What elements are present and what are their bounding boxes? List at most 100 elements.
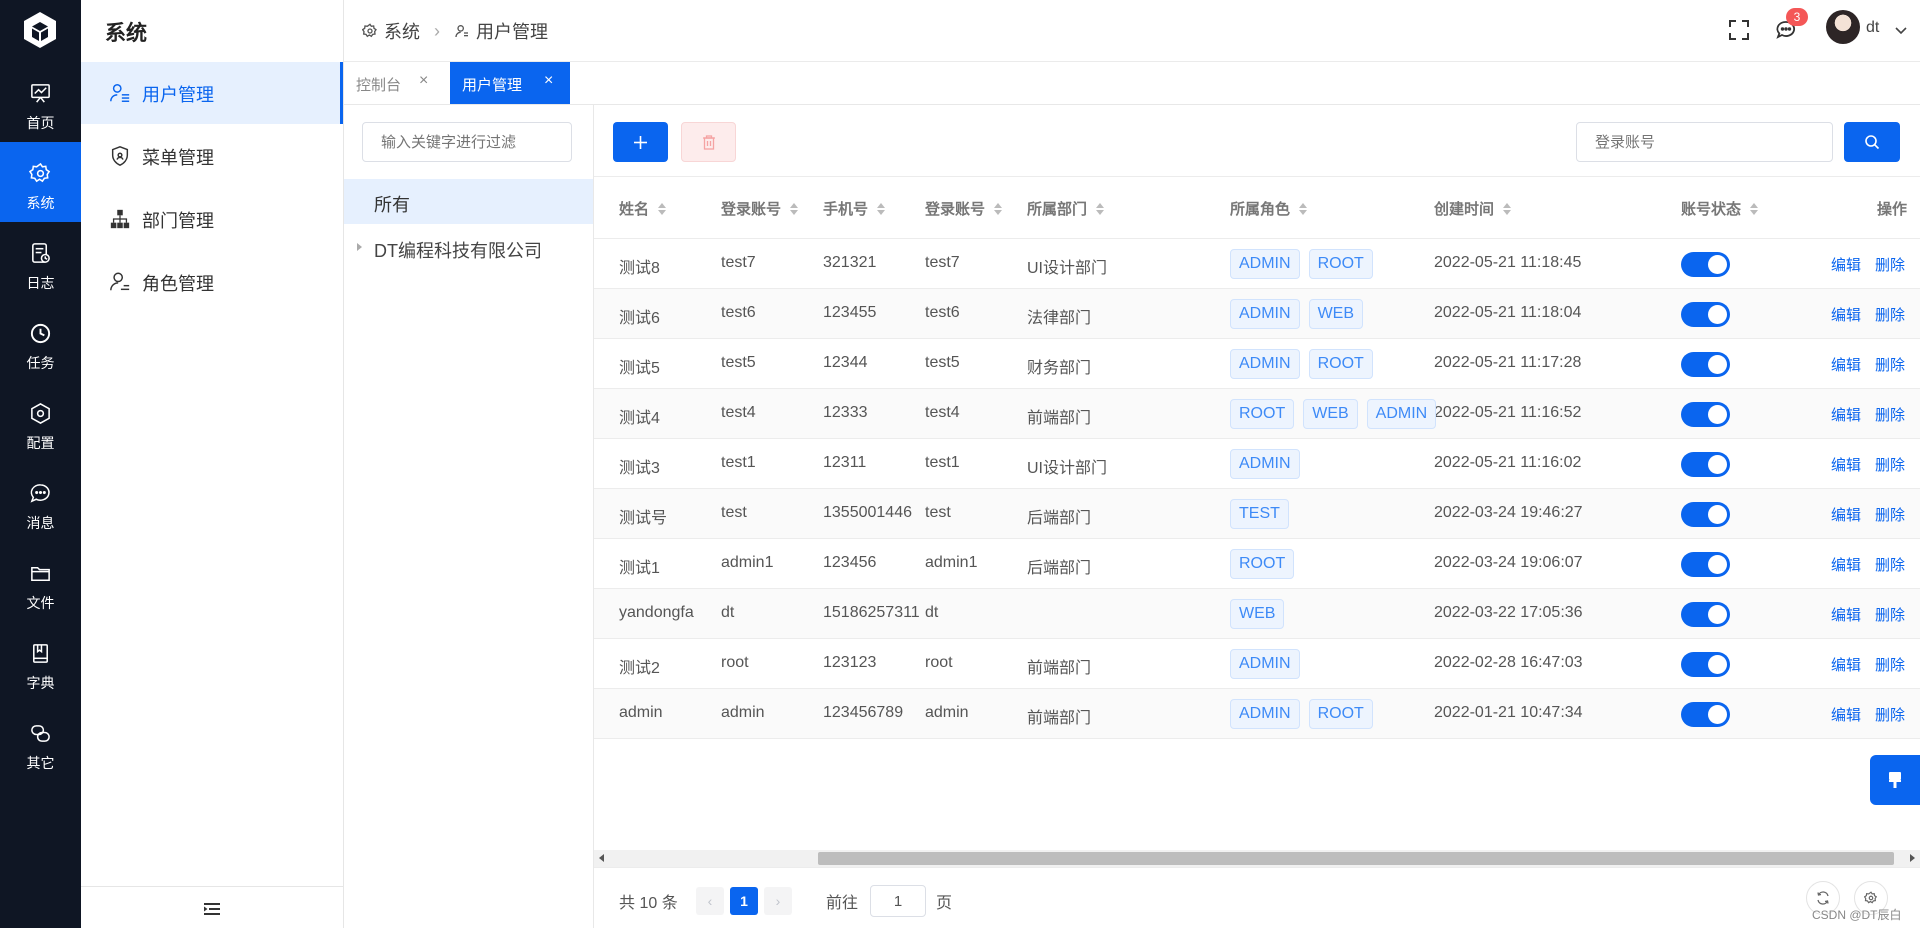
delete-button[interactable]: 删除	[1875, 404, 1905, 425]
edit-button[interactable]: 编辑	[1831, 454, 1861, 475]
edit-button[interactable]: 编辑	[1831, 254, 1861, 275]
column-header-account[interactable]: 登录账号	[721, 198, 799, 219]
delete-button[interactable]: 删除	[1875, 554, 1905, 575]
rail-item-config[interactable]: 配置	[0, 382, 81, 462]
theme-tool-button[interactable]	[1870, 755, 1920, 805]
table-row[interactable]: 测试3 test1 12311 test1 UI设计部门 2022-05-21 11:16…	[594, 439, 1920, 489]
status-toggle[interactable]	[1681, 552, 1730, 577]
prev-page-button[interactable]: ‹	[696, 887, 724, 915]
sort-icon[interactable]	[1298, 201, 1308, 217]
search-input[interactable]	[1576, 122, 1833, 162]
table-row[interactable]: 测试号 test 1355001446 test 后端部门 2022-03-24 19:4…	[594, 489, 1920, 539]
sidebar-item-dept-management[interactable]: 部门管理	[81, 188, 343, 250]
sort-icon[interactable]	[1749, 201, 1759, 217]
column-header-created[interactable]: 创建时间	[1434, 198, 1512, 219]
scrollbar-thumb[interactable]	[818, 852, 1894, 865]
cell-phone: 123456	[823, 554, 877, 571]
column-header-phone[interactable]: 手机号	[823, 198, 886, 219]
delete-users-button[interactable]	[681, 122, 736, 162]
delete-button[interactable]: 删除	[1875, 654, 1905, 675]
column-header-login[interactable]: 登录账号	[925, 198, 1003, 219]
close-icon[interactable]: ×	[544, 72, 553, 90]
edit-button[interactable]: 编辑	[1831, 654, 1861, 675]
tab-console[interactable]: 控制台 ×	[344, 62, 430, 104]
status-toggle[interactable]	[1681, 652, 1730, 677]
fullscreen-icon[interactable]	[1728, 19, 1750, 41]
column-header-status[interactable]: 账号状态	[1681, 198, 1759, 219]
add-user-button[interactable]	[613, 122, 668, 162]
status-toggle[interactable]	[1681, 452, 1730, 477]
rail-item-system[interactable]: 系统	[0, 142, 81, 222]
rail-item-message[interactable]: 消息	[0, 462, 81, 542]
breadcrumb-item[interactable]: 系统	[384, 18, 420, 44]
avatar[interactable]	[1826, 10, 1860, 44]
status-toggle[interactable]	[1681, 602, 1730, 627]
sort-icon[interactable]	[1502, 201, 1512, 217]
delete-button[interactable]: 删除	[1875, 254, 1905, 275]
sort-icon[interactable]	[789, 201, 799, 217]
close-icon[interactable]: ×	[419, 72, 428, 90]
delete-button[interactable]: 删除	[1875, 454, 1905, 475]
status-toggle[interactable]	[1681, 252, 1730, 277]
edit-button[interactable]: 编辑	[1831, 554, 1861, 575]
delete-button[interactable]: 删除	[1875, 604, 1905, 625]
table-row[interactable]: 测试4 test4 12333 test4 前端部门 2022-05-21 11:16:5…	[594, 389, 1920, 439]
table-row[interactable]: 测试2 root 123123 root 前端部门 2022-02-28 16:47:03…	[594, 639, 1920, 689]
column-header-dept[interactable]: 所属部门	[1027, 198, 1105, 219]
delete-button[interactable]: 删除	[1875, 504, 1905, 525]
table-row[interactable]: 测试5 test5 12344 test5 财务部门 2022-05-21 11:17:2…	[594, 339, 1920, 389]
goto-page-input[interactable]	[870, 885, 926, 917]
next-page-button[interactable]: ›	[764, 887, 792, 915]
table-row[interactable]: admin admin 123456789 admin 前端部门 2022-01-21 1…	[594, 689, 1920, 739]
tree-node-company[interactable]: DT编程科技有限公司	[344, 229, 593, 269]
edit-button[interactable]: 编辑	[1831, 704, 1861, 725]
sort-icon[interactable]	[993, 201, 1003, 217]
delete-button[interactable]: 删除	[1875, 304, 1905, 325]
table-row[interactable]: 测试8 test7 321321 test7 UI设计部门 2022-05-21 11:1…	[594, 239, 1920, 289]
column-header-name[interactable]: 姓名	[619, 198, 667, 219]
tree-node-all[interactable]: 所有	[344, 179, 593, 224]
chevron-down-icon[interactable]	[1893, 22, 1909, 38]
rail-item-log[interactable]: 日志	[0, 222, 81, 302]
search-button[interactable]	[1844, 122, 1900, 162]
table-row[interactable]: yandongfa dt 15186257311 dt 2022-03-22 17:05…	[594, 589, 1920, 639]
edit-button[interactable]: 编辑	[1831, 354, 1861, 375]
rail-item-task[interactable]: 任务	[0, 302, 81, 382]
status-toggle[interactable]	[1681, 502, 1730, 527]
tab-user-management[interactable]: 用户管理 ×	[450, 62, 570, 104]
collapse-menu-icon[interactable]	[203, 900, 221, 918]
sort-icon[interactable]	[1095, 201, 1105, 217]
edit-button[interactable]: 编辑	[1831, 404, 1861, 425]
page-number-current[interactable]: 1	[730, 887, 758, 915]
status-toggle[interactable]	[1681, 352, 1730, 377]
user-name[interactable]: dt	[1866, 19, 1879, 37]
column-header-roles[interactable]: 所属角色	[1230, 198, 1308, 219]
status-toggle[interactable]	[1681, 702, 1730, 727]
cell-phone: 1355001446	[823, 504, 912, 521]
scroll-right-arrow-icon[interactable]	[1910, 854, 1915, 862]
rail-item-file[interactable]: 文件	[0, 542, 81, 622]
sort-icon[interactable]	[657, 201, 667, 217]
scroll-left-arrow-icon[interactable]	[599, 854, 604, 862]
rail-item-other[interactable]: 其它	[0, 702, 81, 782]
status-toggle[interactable]	[1681, 402, 1730, 427]
caret-right-icon[interactable]	[356, 241, 364, 253]
delete-button[interactable]: 删除	[1875, 354, 1905, 375]
horizontal-scrollbar[interactable]	[594, 850, 1920, 867]
edit-button[interactable]: 编辑	[1831, 304, 1861, 325]
status-toggle[interactable]	[1681, 302, 1730, 327]
delete-button[interactable]: 删除	[1875, 704, 1905, 725]
edit-button[interactable]: 编辑	[1831, 504, 1861, 525]
edit-button[interactable]: 编辑	[1831, 604, 1861, 625]
table-row[interactable]: 测试6 test6 123455 test6 法律部门 2022-05-21 11:18:…	[594, 289, 1920, 339]
tree-filter-input[interactable]	[362, 122, 572, 162]
table-row[interactable]: 测试1 admin1 123456 admin1 后端部门 2022-03-24 19:0…	[594, 539, 1920, 589]
sidebar-item-role-management[interactable]: 角色管理	[81, 251, 343, 313]
sort-icon[interactable]	[876, 201, 886, 217]
rail-item-home[interactable]: 首页	[0, 62, 81, 142]
sidebar-item-user-management[interactable]: 用户管理	[81, 62, 343, 124]
cell-login: test	[925, 504, 951, 521]
sidebar-item-menu-management[interactable]: 菜单管理	[81, 125, 343, 187]
cell-login: test5	[925, 354, 960, 371]
rail-item-dict[interactable]: 字典	[0, 622, 81, 702]
